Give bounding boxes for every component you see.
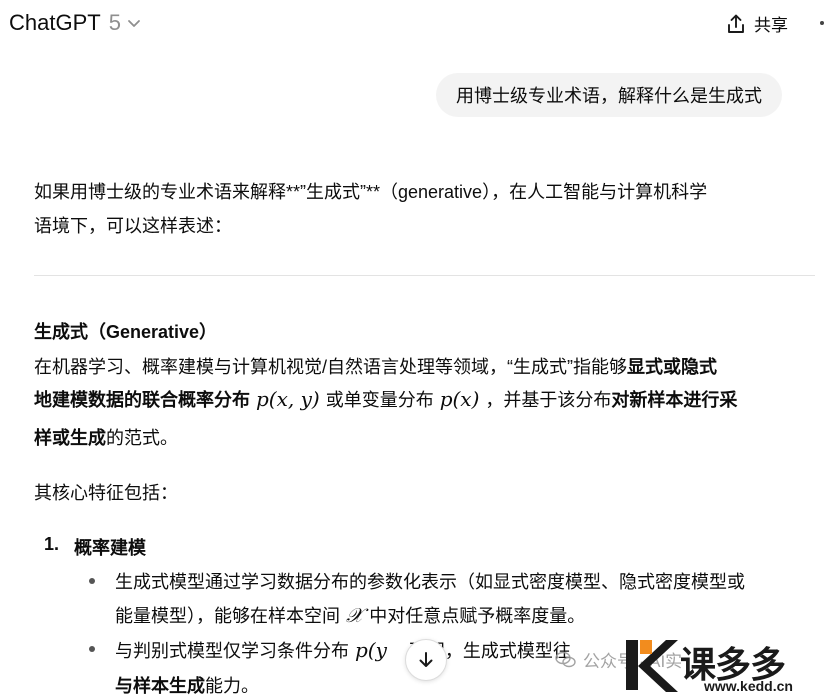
paragraph-text: 或单变量分布 xyxy=(325,390,434,410)
paragraph-bold-text: 地建模数据的联合概率分布 xyxy=(34,390,250,410)
share-label: 共享 xyxy=(754,16,788,35)
bullet-bold-text: 与样本生成 xyxy=(115,676,205,695)
chevron-down-icon xyxy=(128,20,140,27)
bullet-text: 能量模型），能够在样本空间 xyxy=(115,606,340,626)
logo-icon xyxy=(626,640,678,692)
share-button[interactable]: 共享 xyxy=(726,11,788,36)
bullet-text: 与判别式模型仅学习条件分布 xyxy=(115,641,349,661)
bullet-icon xyxy=(89,646,95,652)
logo-watermark: 课多多 www.kedd.cn xyxy=(622,634,829,695)
arrow-down-icon xyxy=(419,652,433,667)
scroll-to-bottom-button[interactable] xyxy=(405,639,447,681)
model-switcher[interactable]: ChatGPT 5 xyxy=(9,10,141,36)
bullet-icon xyxy=(89,578,95,584)
paragraph-line3: 样或生成的范式。 xyxy=(34,424,178,450)
paragraph-bold-text: 对新样本进行采 xyxy=(611,390,738,410)
bullet2-line1: 与判别式模型仅学习条件分布 p(y 不同，生成式模型往 xyxy=(115,637,571,663)
math-conditional-distribution: p(y xyxy=(355,638,387,662)
paragraph-line2: 地建模数据的联合概率分布 p(x, y) 或单变量分布 p(x) ，并基于该分布对新样本… xyxy=(34,386,737,412)
math-joint-distribution: p(x, y) xyxy=(256,387,320,411)
bullet2-line2: 与样本生成能力。 xyxy=(115,672,259,695)
response-intro-line1: 如果用博士级的专业术语来解释**”生成式”**（generative），在人工智… xyxy=(34,182,708,202)
core-features-intro: 其核心特征包括： xyxy=(34,483,178,503)
list-item-title: 概率建模 xyxy=(74,538,146,558)
bullet-text: 能力。 xyxy=(205,676,259,695)
bullet1-line2: 能量模型），能够在样本空间 𝒳 中对任意点赋予概率度量。 xyxy=(115,602,585,628)
paragraph-text: ，并基于该分布 xyxy=(485,390,612,410)
paragraph-bold-text: 显式或隐式 xyxy=(627,357,717,377)
bullet-text: 中对任意点赋予概率度量。 xyxy=(369,606,586,626)
logo-url-text: www.kedd.cn xyxy=(704,678,793,694)
list-item-number: 1. xyxy=(44,534,60,554)
paragraph-text: 在机器学习、概率建模与计算机视觉/自然语言处理等领域，“生成式”指能够 xyxy=(34,357,627,377)
section-title: 生成式（Generative） xyxy=(34,322,218,342)
share-icon xyxy=(728,14,744,33)
wechat-icon xyxy=(555,651,576,667)
paragraph-line1: 在机器学习、概率建模与计算机视觉/自然语言处理等领域，“生成式”指能够显式或隐式 xyxy=(34,353,717,379)
divider xyxy=(34,275,815,276)
math-marginal-distribution: p(x) xyxy=(439,387,480,411)
response-intro-line2: 语境下，可以这样表述： xyxy=(34,216,232,236)
user-message-bubble: 用博士级专业术语，解释什么是生成式 xyxy=(436,73,782,117)
more-icon[interactable] xyxy=(820,21,824,25)
top-bar: ChatGPT 5 共享 xyxy=(0,0,829,48)
model-version: 5 xyxy=(108,10,121,35)
paragraph-bold-text: 样或生成 xyxy=(34,428,106,448)
math-sample-space: 𝒳 xyxy=(346,603,364,627)
app-title: ChatGPT xyxy=(9,10,101,35)
bullet1-line1: 生成式模型通过学习数据分布的参数化表示（如显式密度模型、隐式密度模型或 xyxy=(115,572,745,592)
paragraph-text: 的范式。 xyxy=(106,428,178,448)
